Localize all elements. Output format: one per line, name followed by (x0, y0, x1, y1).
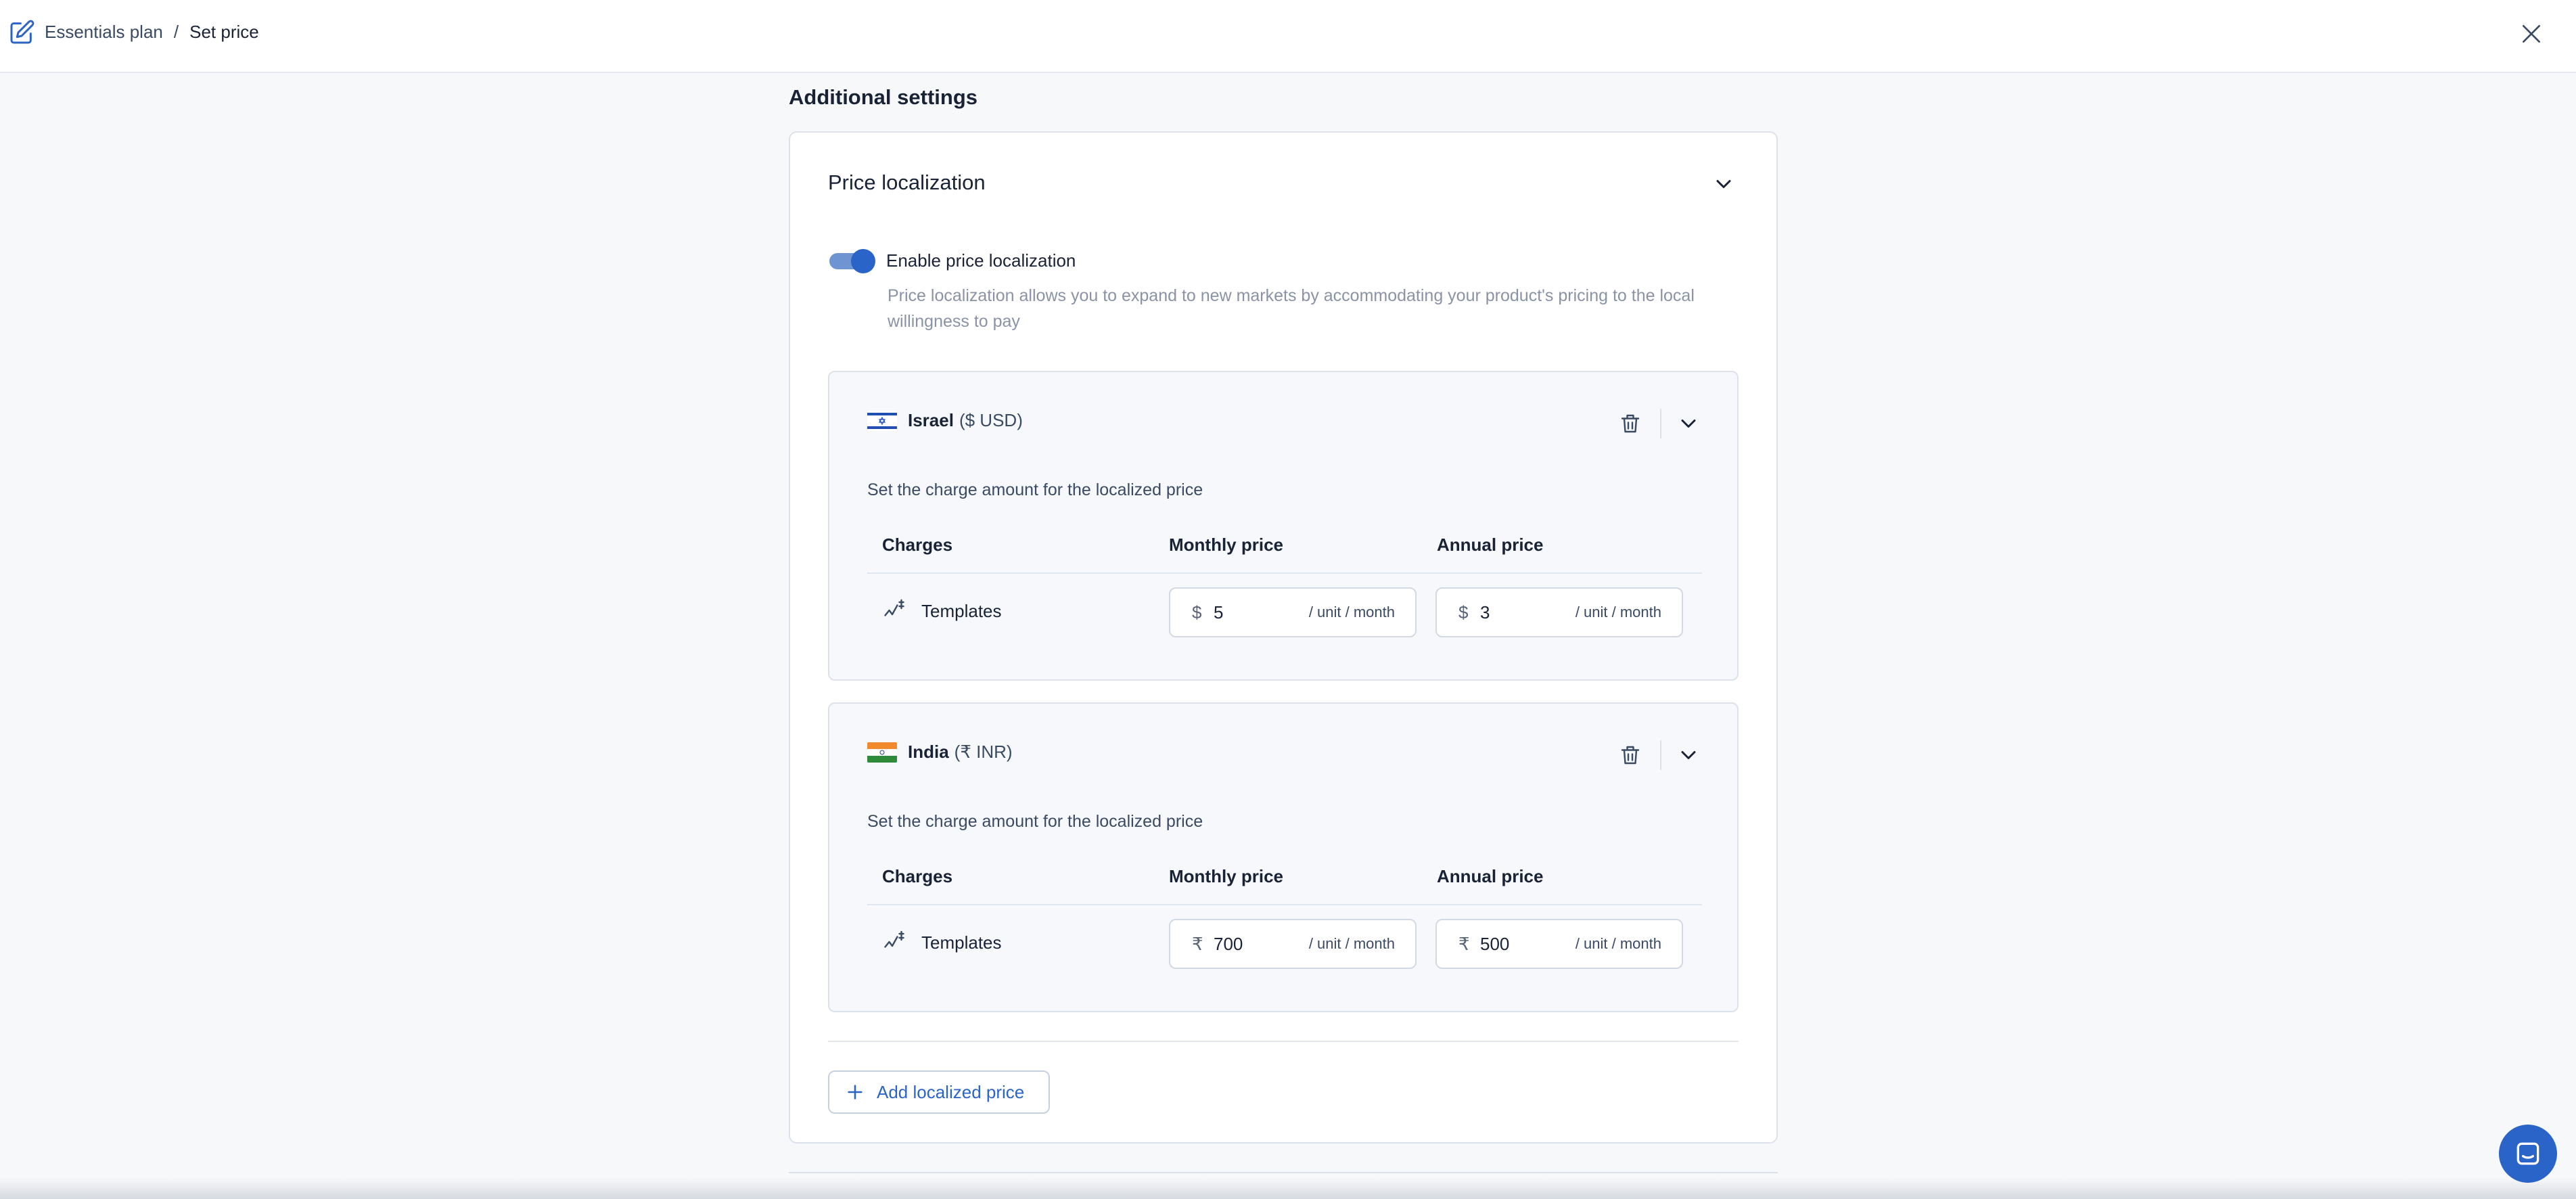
column-header-annual: Annual price (1437, 866, 1544, 886)
divider (1660, 409, 1661, 438)
monthly-price-input[interactable]: ₹ 700 / unit / month (1169, 919, 1417, 969)
price-unit: / unit / month (1575, 935, 1661, 952)
panel-divider (828, 1041, 1739, 1042)
add-button-label: Add localized price (877, 1081, 1025, 1102)
chevron-down-icon[interactable] (1711, 172, 1736, 196)
chevron-down-icon[interactable] (1676, 411, 1701, 436)
table-divider (867, 572, 1702, 574)
price-value[interactable]: 3 (1480, 602, 1576, 623)
country-card-india: India (₹ INR) Set the charge amount for … (828, 702, 1739, 1012)
trash-icon[interactable] (1618, 743, 1642, 767)
india-flag-icon (867, 742, 897, 763)
breadcrumb-current: Set price (189, 22, 259, 42)
currency-symbol: $ (1192, 602, 1202, 623)
breadcrumb-separator: / (173, 22, 179, 42)
column-header-charges: Charges (882, 866, 953, 886)
column-header-monthly: Monthly price (1169, 535, 1284, 555)
currency-symbol: ₹ (1458, 933, 1470, 954)
currency-symbol: $ (1458, 602, 1469, 623)
chat-icon (2516, 1142, 2539, 1165)
country-header: Israel ($ USD) (867, 410, 1023, 431)
country-card-israel: Israel ($ USD) Set the charge amount for… (828, 371, 1739, 681)
edit-icon[interactable] (8, 19, 35, 46)
card-subtitle: Set the charge amount for the localized … (867, 812, 1203, 831)
price-value[interactable]: 700 (1214, 934, 1309, 955)
country-currency: (₹ INR) (954, 742, 1013, 762)
column-header-annual: Annual price (1437, 535, 1544, 555)
trash-icon[interactable] (1618, 411, 1642, 436)
close-icon[interactable] (2518, 20, 2545, 47)
charge-label: Templates (921, 932, 1002, 953)
price-value[interactable]: 500 (1480, 934, 1576, 955)
plus-icon (848, 1085, 862, 1100)
toggle-description: Price localization allows you to expand … (888, 286, 1695, 331)
price-unit: / unit / month (1308, 604, 1395, 620)
toggle-knob (851, 249, 875, 273)
breadcrumb: Essentials plan / Set price (45, 22, 259, 43)
chat-launcher-button[interactable] (2499, 1125, 2557, 1183)
chevron-down-icon[interactable] (1676, 743, 1701, 767)
country-name: Israel (908, 410, 954, 430)
scroll-fade (0, 1177, 2576, 1199)
annual-price-input[interactable]: $ 3 / unit / month (1435, 587, 1683, 637)
country-currency: ($ USD) (959, 410, 1023, 430)
section-title: Additional settings (789, 85, 978, 109)
country-name: India (908, 742, 949, 762)
breadcrumb-parent[interactable]: Essentials plan (45, 22, 163, 43)
israel-flag-icon (867, 410, 897, 431)
country-header: India (₹ INR) (867, 742, 1013, 763)
section-divider (789, 1172, 1778, 1173)
add-localized-price-button[interactable]: Add localized price (828, 1070, 1050, 1114)
annual-price-input[interactable]: ₹ 500 / unit / month (1435, 919, 1683, 969)
monthly-price-input[interactable]: $ 5 / unit / month (1169, 587, 1417, 637)
price-localization-panel: Price localization Enable price localiza… (789, 131, 1778, 1144)
panel-title: Price localization (828, 171, 986, 194)
column-header-charges: Charges (882, 535, 953, 555)
column-header-monthly: Monthly price (1169, 866, 1284, 886)
price-value[interactable]: 5 (1214, 602, 1309, 623)
toggle-label: Enable price localization (886, 250, 1076, 271)
price-unit: / unit / month (1308, 935, 1395, 952)
metered-feature-icon (884, 930, 904, 948)
table-divider (867, 904, 1702, 905)
price-localization-toggle[interactable] (829, 249, 875, 273)
top-bar: Essentials plan / Set price (0, 0, 2576, 73)
price-unit: / unit / month (1575, 604, 1661, 620)
metered-feature-icon (884, 599, 904, 616)
card-subtitle: Set the charge amount for the localized … (867, 480, 1203, 499)
charge-label: Templates (921, 601, 1002, 621)
divider (1660, 740, 1661, 770)
currency-symbol: ₹ (1192, 933, 1203, 954)
